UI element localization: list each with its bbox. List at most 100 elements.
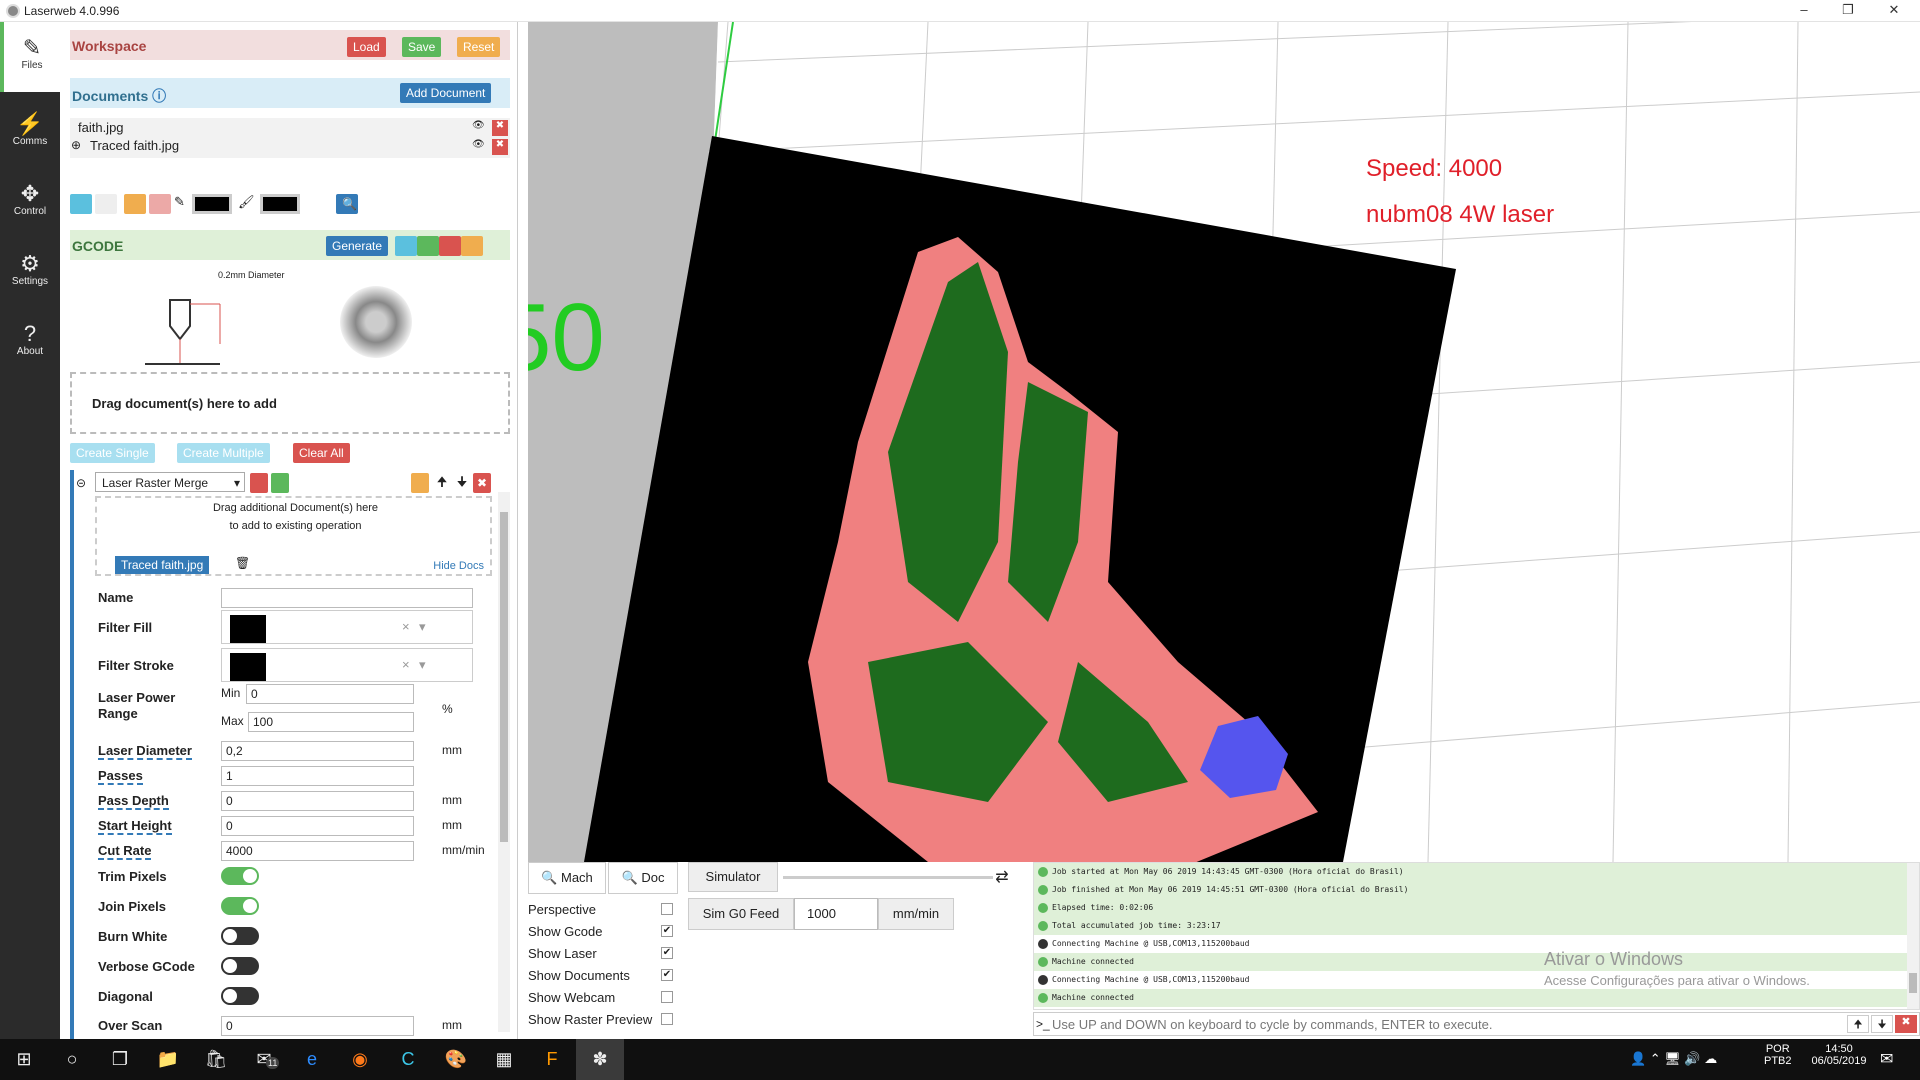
operation-scrollbar[interactable]	[498, 492, 510, 1032]
delete-icon[interactable]	[149, 194, 171, 214]
collapse-icon[interactable]: ⊝	[76, 476, 86, 490]
show-gcode-checkbox[interactable]: ✔	[661, 925, 673, 937]
save-button[interactable]: Save	[402, 37, 442, 57]
edit-operation-icon[interactable]	[250, 473, 268, 493]
firefox-icon[interactable]: ◉	[336, 1039, 384, 1080]
diameter-input[interactable]: 0,2	[221, 741, 414, 761]
nav-settings[interactable]: ⚙ Settings	[0, 238, 60, 308]
app-paint-icon[interactable]: 🎨	[432, 1039, 480, 1080]
create-single-button[interactable]: Create Single	[70, 443, 155, 463]
power-icon[interactable]	[411, 473, 429, 493]
move-down-icon[interactable]: 🠋	[453, 473, 471, 495]
app-c-icon[interactable]: C	[384, 1039, 432, 1080]
open-gcode-icon[interactable]	[439, 236, 461, 256]
file-explorer-icon[interactable]: 📁	[144, 1039, 192, 1080]
3d-viewport[interactable]: 50 Speed: 4000 nubm08 4W laser	[528, 22, 1920, 862]
app-f-icon[interactable]: F	[528, 1039, 576, 1080]
doc-view-button[interactable]: 🔍 Doc	[608, 862, 678, 894]
passes-input[interactable]: 1	[221, 766, 414, 786]
diagonal-toggle[interactable]	[221, 987, 259, 1005]
main-nav: ✎ Files ⚡ Comms ✥ Control ⚙ Settings ? About	[0, 22, 60, 1039]
drop-zone[interactable]: Drag document(s) here to add	[70, 372, 510, 434]
document-item[interactable]: Traced faith.jpg	[90, 138, 179, 153]
log-scrollbar[interactable]	[1907, 863, 1919, 1009]
trim-pixels-toggle[interactable]	[221, 867, 259, 885]
add-document-button[interactable]: Add Document	[400, 83, 492, 103]
reset-button[interactable]: Reset	[457, 37, 501, 57]
operation-docs-zone[interactable]: Drag additional Document(s) here to add …	[95, 496, 492, 576]
help-icon[interactable]: ⓘ	[152, 88, 166, 104]
create-multiple-button[interactable]: Create Multiple	[177, 443, 270, 463]
operation-doc-tag[interactable]: Traced faith.jpg	[115, 556, 210, 574]
notification-icon[interactable]: ✉	[1880, 1049, 1893, 1069]
nav-about[interactable]: ? About	[0, 308, 60, 378]
operation-type-select[interactable]: Laser Raster Merge ▾	[95, 472, 245, 492]
hide-docs-link[interactable]: Hide Docs	[433, 560, 484, 572]
overscan-input[interactable]: 0	[221, 1016, 414, 1036]
show-webcam-checkbox[interactable]	[661, 991, 673, 1003]
filter-stroke-select[interactable]: × ▾	[221, 648, 473, 682]
zoom-icon[interactable]: 🔍	[336, 194, 358, 214]
store-icon[interactable]: 🛍	[192, 1039, 240, 1080]
edge-icon[interactable]: e	[288, 1039, 336, 1080]
clear-all-button[interactable]: Clear All	[293, 443, 350, 463]
clock[interactable]: 14:50 06/05/2019	[1804, 1043, 1874, 1067]
document-item[interactable]: faith.jpg	[78, 120, 124, 135]
copy-icon[interactable]	[124, 194, 146, 214]
start-height-input[interactable]: 0	[221, 816, 414, 836]
remove-doc-button[interactable]: ✖	[492, 139, 508, 155]
fill-color-swatch[interactable]	[260, 194, 300, 214]
save-operation-icon[interactable]	[271, 473, 289, 493]
trash-icon[interactable]: 🗑	[235, 556, 250, 570]
load-button[interactable]: Load	[347, 37, 386, 57]
mach-view-button[interactable]: 🔍 Mach	[528, 862, 606, 894]
show-documents-checkbox[interactable]: ✔	[661, 969, 673, 981]
select-icon[interactable]	[70, 194, 92, 214]
power-min-input[interactable]: 0	[246, 684, 414, 704]
calculator-icon[interactable]: ▦	[480, 1039, 528, 1080]
clear-console-icon[interactable]: ✖	[1895, 1015, 1917, 1033]
select-all-icon[interactable]	[95, 194, 117, 214]
history-up-icon[interactable]: 🠉	[1847, 1015, 1869, 1033]
save-gcode-icon[interactable]	[417, 236, 439, 256]
stroke-color-swatch[interactable]	[192, 194, 232, 214]
sim-feed-input[interactable]: 1000	[794, 898, 878, 930]
remove-operation-icon[interactable]: ✖	[473, 473, 491, 493]
maximize-button[interactable]: ❐	[1828, 2, 1868, 18]
nav-control[interactable]: ✥ Control	[0, 168, 60, 238]
nav-files[interactable]: ✎ Files	[0, 22, 60, 92]
filter-fill-select[interactable]: × ▾	[221, 610, 473, 644]
pass-depth-input[interactable]: 0	[221, 791, 414, 811]
view-gcode-icon[interactable]	[395, 236, 417, 256]
remove-doc-button[interactable]: ✖	[492, 120, 508, 136]
show-raster-preview-checkbox[interactable]	[661, 1013, 673, 1025]
join-pixels-toggle[interactable]	[221, 897, 259, 915]
verbose-gcode-toggle[interactable]	[221, 957, 259, 975]
nav-comms[interactable]: ⚡ Comms	[0, 98, 60, 168]
task-view-icon[interactable]: ❐	[96, 1039, 144, 1080]
clear-gcode-icon[interactable]	[461, 236, 483, 256]
eye-icon[interactable]: 👁	[472, 120, 490, 136]
history-down-icon[interactable]: 🠋	[1871, 1015, 1893, 1033]
simulator-slider[interactable]	[783, 876, 993, 879]
language-indicator[interactable]: POR PTB2	[1764, 1043, 1792, 1067]
show-laser-checkbox[interactable]: ✔	[661, 947, 673, 959]
swap-icon[interactable]: ⇄	[988, 867, 1016, 887]
cut-rate-input[interactable]: 4000	[221, 841, 414, 861]
expand-icon[interactable]: ⊕	[71, 138, 81, 152]
mail-icon[interactable]: ✉ 11	[240, 1039, 288, 1080]
laserweb-taskbar-icon[interactable]: ✽	[576, 1039, 624, 1080]
eye-icon[interactable]: 👁	[472, 139, 490, 155]
perspective-checkbox[interactable]	[661, 903, 673, 915]
close-button[interactable]: ✕	[1874, 2, 1914, 18]
power-max-input[interactable]: 100	[248, 712, 414, 732]
windows-start-icon[interactable]: ⊞	[0, 1039, 48, 1080]
search-icon[interactable]: ○	[48, 1039, 96, 1080]
generate-button[interactable]: Generate	[326, 236, 389, 256]
tray-icons[interactable]: 👤 ⌃ 🖥 🔊 ☁	[1630, 1051, 1717, 1067]
name-input[interactable]	[221, 588, 473, 608]
move-up-icon[interactable]: 🠉	[433, 473, 451, 495]
burn-white-toggle[interactable]	[221, 927, 259, 945]
minimize-button[interactable]: –	[1784, 2, 1824, 17]
console-input[interactable]: >_ Use UP and DOWN on keyboard to cycle …	[1033, 1012, 1920, 1036]
